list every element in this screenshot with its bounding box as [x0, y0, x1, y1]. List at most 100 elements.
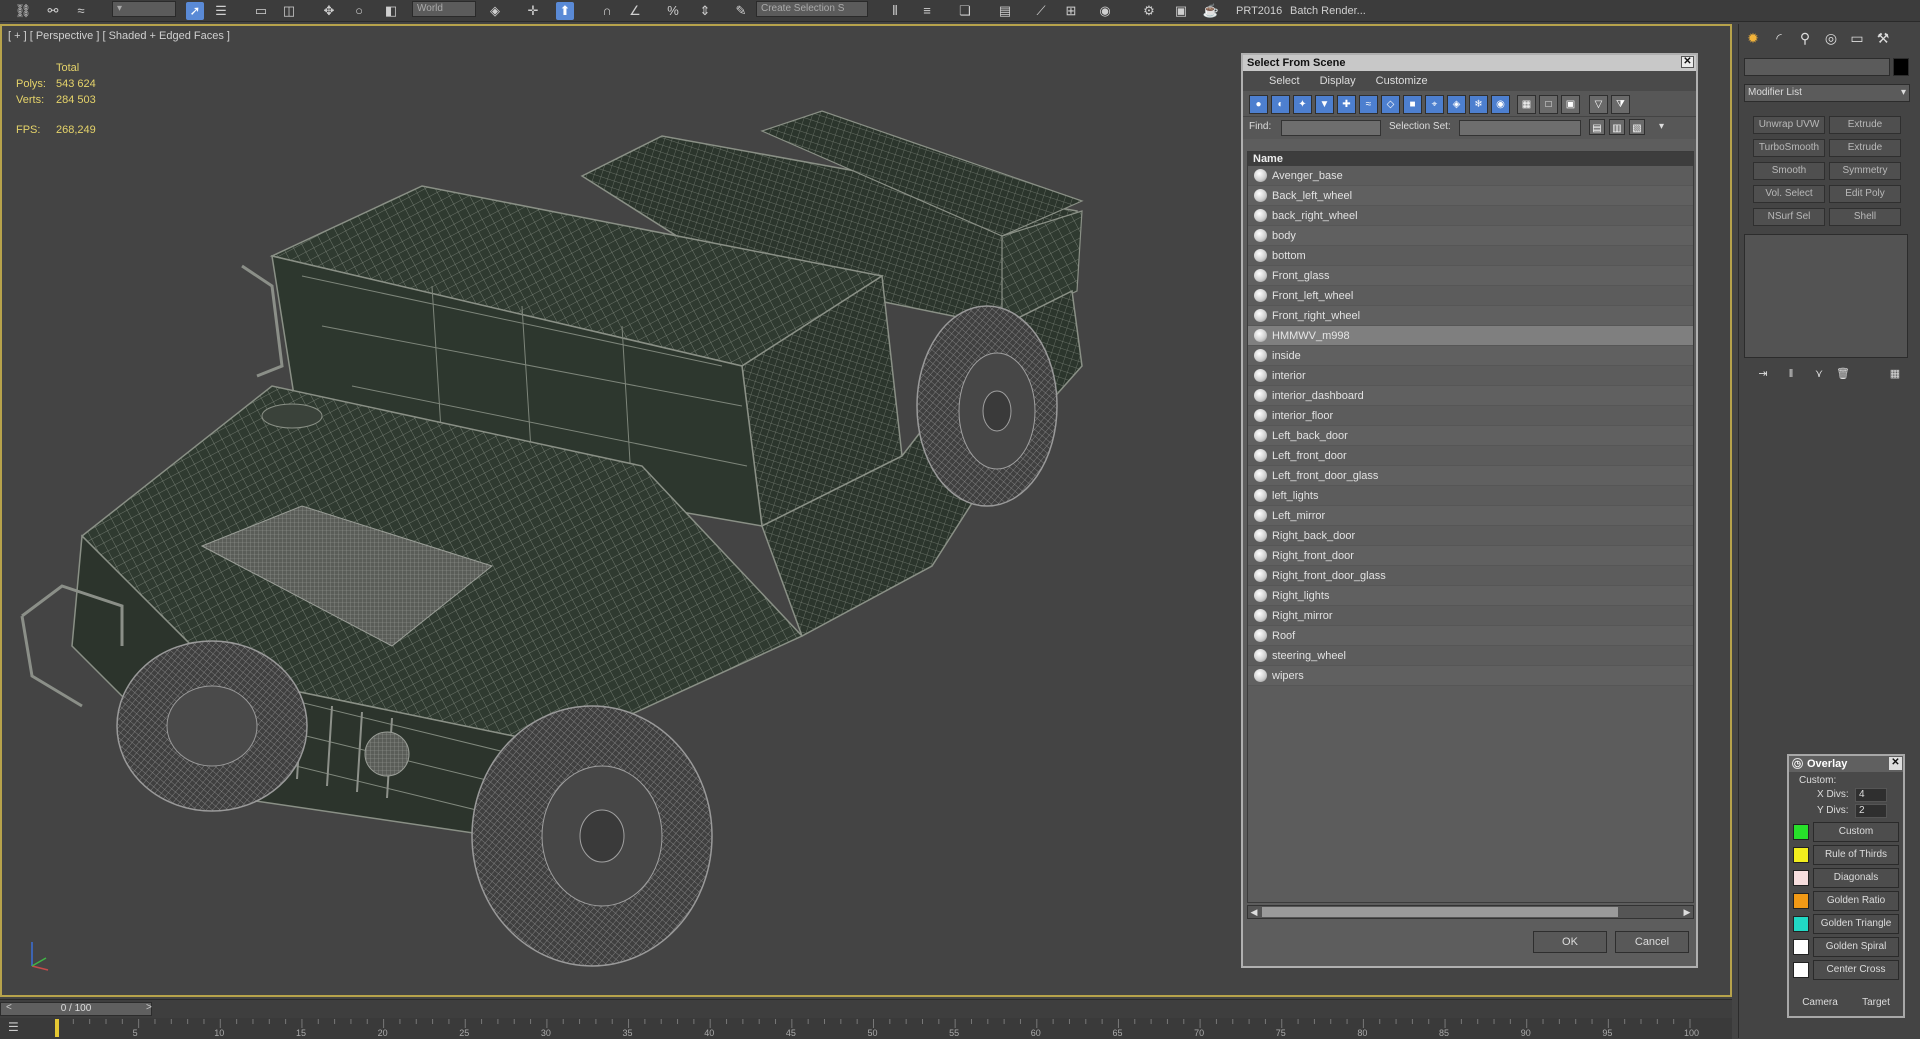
name-column-header[interactable]: Name	[1248, 152, 1693, 166]
list-item[interactable]: steering_wheel	[1248, 646, 1693, 666]
motion-tab-icon[interactable]: ◎	[1821, 28, 1841, 48]
utilities-tab-icon[interactable]: ⚒	[1873, 28, 1893, 48]
dialog-title-bar[interactable]: Select From Scene ✕	[1243, 55, 1696, 71]
hierarchy-tab-icon[interactable]: ⚲	[1795, 28, 1815, 48]
material-editor-icon[interactable]: ◉	[1096, 2, 1114, 20]
object-list[interactable]: Name Avenger_base Back_left_wheel back_rig…	[1247, 151, 1694, 903]
remove-selection-set-icon[interactable]: ▧	[1629, 119, 1645, 135]
display-helpers-icon[interactable]: ✚	[1337, 95, 1356, 114]
layer-manager-icon[interactable]: ☰	[8, 1020, 19, 1034]
edit-poly-button[interactable]: Edit Poly	[1829, 185, 1901, 203]
list-item[interactable]: Front_right_wheel	[1248, 306, 1693, 326]
pivot-icon[interactable]: ◈	[486, 2, 504, 20]
filter-icon[interactable]: ▽	[1589, 95, 1608, 114]
list-item[interactable]: Right_lights	[1248, 586, 1693, 606]
reference-coord-dropdown[interactable]: World	[412, 1, 476, 17]
display-lights-icon[interactable]: ✦	[1293, 95, 1312, 114]
extrude-button-2[interactable]: Extrude	[1829, 139, 1901, 157]
render-frame-icon[interactable]: ▣	[1172, 2, 1190, 20]
display-cameras-icon[interactable]: ▼	[1315, 95, 1334, 114]
edit-named-selection-icon[interactable]: ✎	[732, 2, 750, 20]
list-item[interactable]: Left_front_door_glass	[1248, 466, 1693, 486]
menu-display[interactable]: Display	[1312, 71, 1364, 91]
align-icon[interactable]: ≡	[918, 2, 936, 20]
display-spacewarps-icon[interactable]: ≈	[1359, 95, 1378, 114]
filter-options-icon[interactable]: ⧩	[1611, 95, 1630, 114]
overlay-option-button[interactable]: Rule of Thirds	[1813, 845, 1899, 865]
display-containers-icon[interactable]: ◈	[1447, 95, 1466, 114]
list-item[interactable]: Left_mirror	[1248, 506, 1693, 526]
nsurf-sel-button[interactable]: NSurf Sel	[1753, 208, 1825, 226]
show-end-result-icon[interactable]: ‖	[1781, 366, 1801, 382]
scroll-left-icon[interactable]: ◀	[1248, 906, 1260, 918]
rotate-icon[interactable]: ○	[350, 2, 368, 20]
list-item[interactable]: inside	[1248, 346, 1693, 366]
list-item[interactable]: Back_left_wheel	[1248, 186, 1693, 206]
time-marker[interactable]	[55, 1019, 59, 1037]
list-item[interactable]: Left_back_door	[1248, 426, 1693, 446]
unwrap-uvw-button[interactable]: Unwrap UVW	[1753, 116, 1825, 134]
close-icon[interactable]: ✕	[1889, 757, 1902, 770]
display-hidden-icon[interactable]: ◉	[1491, 95, 1510, 114]
display-bones-icon[interactable]: ⌖	[1425, 95, 1444, 114]
overlay-color-swatch[interactable]	[1793, 916, 1809, 932]
prev-frame-icon[interactable]: <	[6, 1002, 12, 1013]
list-item[interactable]: Right_front_door	[1248, 546, 1693, 566]
overlay-option-button[interactable]: Custom	[1813, 822, 1899, 842]
overlay-option-button[interactable]: Golden Spiral	[1813, 937, 1899, 957]
list-item[interactable]: Front_glass	[1248, 266, 1693, 286]
object-name-field[interactable]	[1744, 58, 1890, 76]
display-tab-icon[interactable]: ▭	[1847, 28, 1867, 48]
list-item[interactable]: Front_left_wheel	[1248, 286, 1693, 306]
horizontal-scrollbar[interactable]: ◀ ▶	[1247, 905, 1694, 919]
cancel-button[interactable]: Cancel	[1615, 931, 1689, 953]
display-frozen-icon[interactable]: ❄	[1469, 95, 1488, 114]
list-item[interactable]: interior	[1248, 366, 1693, 386]
list-item[interactable]: Avenger_base	[1248, 166, 1693, 186]
find-input[interactable]	[1281, 120, 1381, 136]
modifier-list-dropdown[interactable]: Modifier List ▾	[1744, 84, 1910, 102]
object-color-swatch[interactable]	[1893, 58, 1909, 76]
rect-selection-icon[interactable]: ▭	[252, 2, 270, 20]
chevron-down-icon[interactable]: ▾	[1659, 121, 1664, 132]
list-item[interactable]: Left_front_door	[1248, 446, 1693, 466]
extrude-button[interactable]: Extrude	[1829, 116, 1901, 134]
make-unique-icon[interactable]: ⋎	[1809, 366, 1829, 382]
bind-spacewarp-icon[interactable]: ≈	[72, 2, 90, 20]
overlay-color-swatch[interactable]	[1793, 939, 1809, 955]
ydivs-spinner[interactable]: 2	[1855, 804, 1887, 818]
menu-select[interactable]: Select	[1261, 71, 1308, 91]
overlay-option-button[interactable]: Golden Ratio	[1813, 891, 1899, 911]
mirror-icon[interactable]: ⫴	[886, 2, 904, 20]
batch-render-button[interactable]: Batch Render...	[1284, 2, 1372, 20]
list-item[interactable]: back_right_wheel	[1248, 206, 1693, 226]
link-icon[interactable]: ⛓	[14, 2, 32, 20]
display-shapes-icon[interactable]: ◐	[1271, 95, 1290, 114]
list-item[interactable]: interior_floor	[1248, 406, 1693, 426]
create-selection-set-icon[interactable]: ▤	[1589, 119, 1605, 135]
list-item[interactable]: body	[1248, 226, 1693, 246]
overlay-title-bar[interactable]: ◷ Overlay ✕	[1789, 756, 1903, 772]
scroll-right-icon[interactable]: ▶	[1681, 906, 1693, 918]
window-crossing-icon[interactable]: ◫	[280, 2, 298, 20]
target-button[interactable]: Target	[1851, 994, 1901, 1012]
overlay-color-swatch[interactable]	[1793, 870, 1809, 886]
unlink-icon[interactable]: ⚯	[44, 2, 62, 20]
display-none-icon[interactable]: □	[1539, 95, 1558, 114]
create-tab-icon[interactable]: ✹	[1743, 28, 1763, 48]
prt-label[interactable]: PRT2016	[1230, 2, 1288, 20]
next-frame-icon[interactable]: >	[146, 1002, 152, 1013]
shell-button[interactable]: Shell	[1829, 208, 1901, 226]
schematic-view-icon[interactable]: ⊞	[1062, 2, 1080, 20]
list-item[interactable]: Right_mirror	[1248, 606, 1693, 626]
time-slider[interactable]: 0 / 100	[0, 1002, 152, 1016]
overlay-option-button[interactable]: Diagonals	[1813, 868, 1899, 888]
overlay-color-swatch[interactable]	[1793, 847, 1809, 863]
list-item[interactable]: Roof	[1248, 626, 1693, 646]
overlay-color-swatch[interactable]	[1793, 962, 1809, 978]
render-icon[interactable]: ☕	[1202, 2, 1220, 20]
overlay-color-swatch[interactable]	[1793, 824, 1809, 840]
list-item[interactable]: HMMWV_m998	[1248, 326, 1693, 346]
select-object-icon[interactable]: ➚	[186, 2, 204, 20]
smooth-button[interactable]: Smooth	[1753, 162, 1825, 180]
